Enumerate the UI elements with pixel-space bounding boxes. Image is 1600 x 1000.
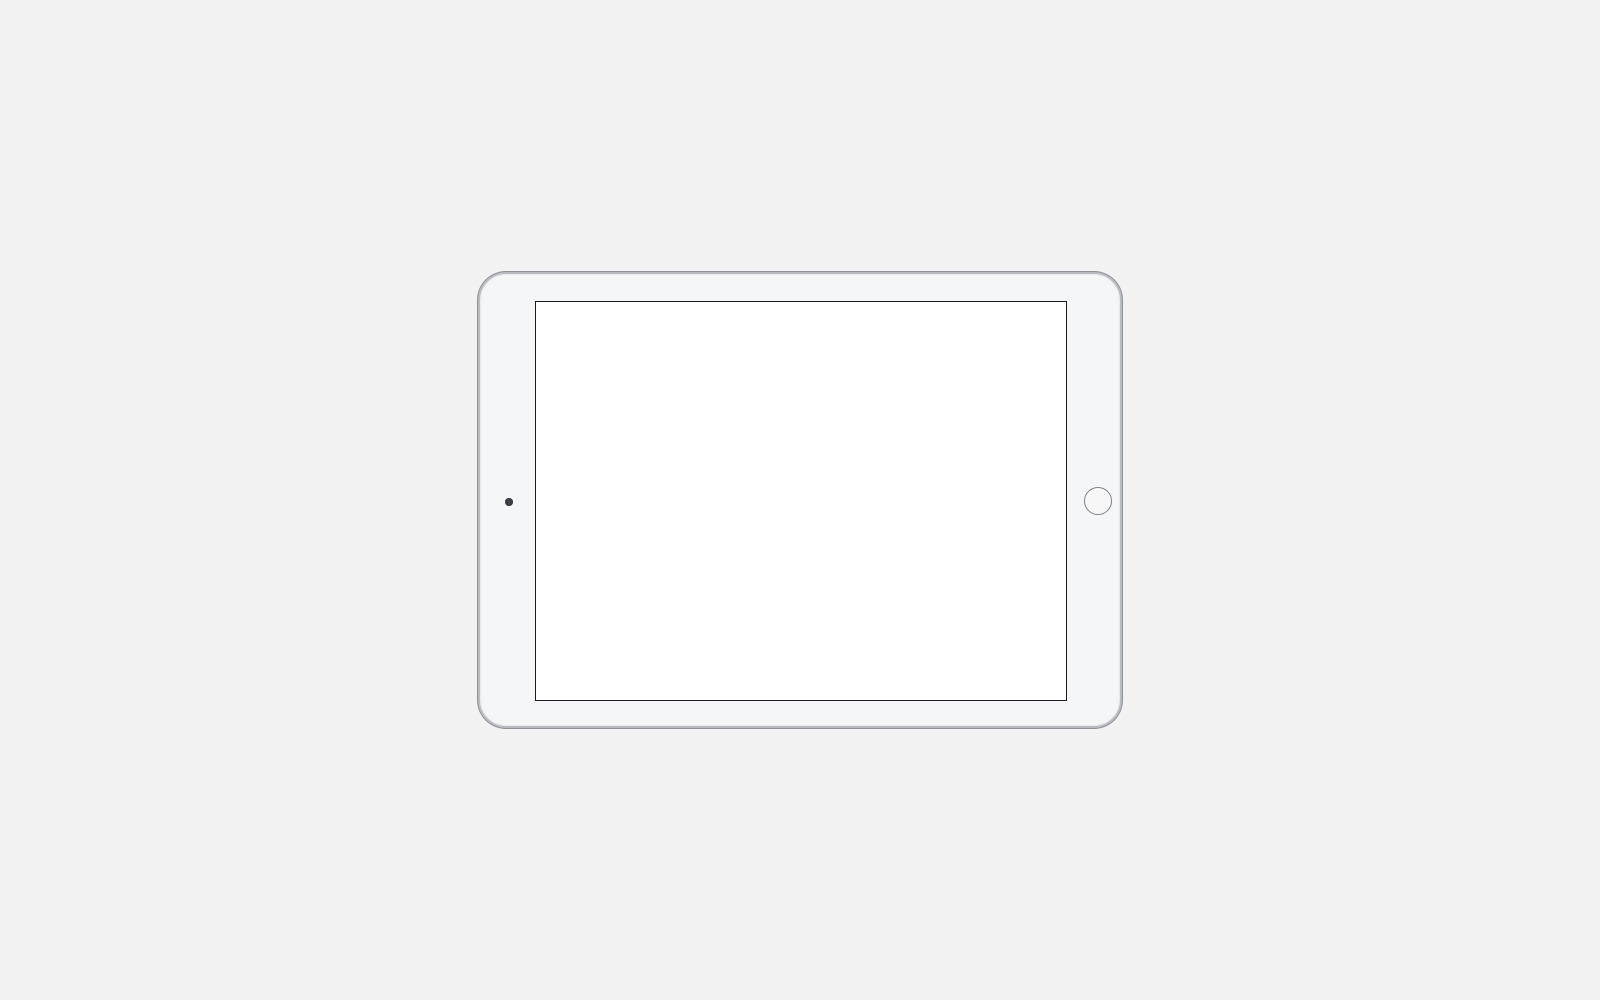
mockup-canvas — [0, 0, 1600, 1000]
tablet-device — [478, 272, 1122, 728]
front-camera-icon — [505, 498, 513, 506]
tablet-screen — [535, 301, 1067, 701]
home-button[interactable] — [1084, 487, 1112, 515]
